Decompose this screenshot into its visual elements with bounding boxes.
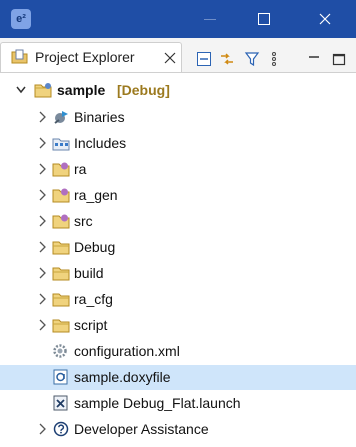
close-window-button[interactable]: [302, 0, 348, 38]
minimize-view-icon[interactable]: [306, 51, 322, 67]
close-tab-icon[interactable]: [163, 51, 177, 65]
tree-item-label: build: [74, 265, 104, 281]
maximize-view-icon[interactable]: [331, 51, 347, 67]
folder-icon: [52, 319, 70, 333]
tree-item-label: ra_cfg: [74, 291, 113, 307]
window-titlebar: e²: [0, 0, 356, 38]
project-build-config: [Debug]: [117, 82, 170, 98]
chevron-right-icon[interactable]: [37, 241, 47, 253]
close-icon: [319, 13, 331, 25]
binaries-icon: [54, 111, 68, 124]
chevron-right-icon[interactable]: [37, 111, 47, 123]
tree-item-label: Developer Assistance: [74, 421, 209, 437]
tree-item-debug[interactable]: Debug: [0, 235, 356, 260]
tree-item-build[interactable]: build: [0, 261, 356, 286]
chevron-right-icon[interactable]: [37, 137, 47, 149]
tree-item-script[interactable]: script: [0, 313, 356, 338]
minimize-button[interactable]: [188, 0, 234, 38]
tree-item-label: Debug: [74, 239, 116, 255]
tree-item-developer-assistance[interactable]: Developer Assistance: [0, 417, 356, 442]
view-toolbar: Project Explorer: [0, 38, 356, 73]
source-folder-icon: [52, 214, 70, 229]
tree-item-project-sample[interactable]: sample [Debug]: [0, 78, 356, 103]
folder-icon: [52, 241, 70, 255]
source-folder-icon: [52, 188, 70, 203]
tab-project-explorer[interactable]: Project Explorer: [0, 42, 182, 72]
tree-item-label: script: [74, 317, 108, 333]
chevron-down-icon[interactable]: [16, 84, 26, 96]
source-folder-icon: [52, 162, 70, 177]
chevron-right-icon[interactable]: [37, 293, 47, 305]
tree-item-label: sample Debug_Flat.launch: [74, 395, 241, 411]
maximize-button[interactable]: [242, 0, 288, 38]
tree-item-label: sample.doxyfile: [74, 369, 171, 385]
tree-item-configuration-xml[interactable]: configuration.xml: [0, 339, 356, 364]
view-tab-label: Project Explorer: [35, 49, 135, 65]
tree-item-label: configuration.xml: [74, 343, 180, 359]
app-icon: e²: [11, 9, 31, 29]
link-with-editor-icon[interactable]: [219, 51, 235, 67]
chevron-right-icon[interactable]: [37, 267, 47, 279]
tree-item-label: src: [74, 213, 93, 229]
chevron-right-icon[interactable]: [37, 189, 47, 201]
doxyfile-icon: [53, 369, 68, 385]
includes-icon: [52, 138, 70, 151]
launch-file-icon: [53, 395, 68, 411]
tree-item-launch-config[interactable]: sample Debug_Flat.launch: [0, 391, 356, 416]
tree-item-src[interactable]: src: [0, 209, 356, 234]
help-icon: [53, 421, 69, 437]
collapse-all-icon[interactable]: [196, 51, 212, 67]
tree-item-ra-gen[interactable]: ra_gen: [0, 183, 356, 208]
tree-item-includes[interactable]: Includes: [0, 131, 356, 156]
chevron-right-icon[interactable]: [37, 215, 47, 227]
c-project-folder-icon: [34, 83, 52, 98]
chevron-right-icon[interactable]: [37, 423, 47, 435]
folder-icon: [52, 293, 70, 307]
tree-item-ra[interactable]: ra: [0, 157, 356, 182]
tree-item-label: Includes: [74, 135, 127, 151]
chevron-right-icon[interactable]: [37, 319, 47, 331]
filter-icon[interactable]: [244, 51, 260, 67]
folder-icon: [52, 267, 70, 281]
chevron-right-icon[interactable]: [37, 163, 47, 175]
project-name: sample: [57, 82, 106, 98]
tree-item-label: ra_gen: [74, 187, 118, 203]
tree-item-ra-cfg[interactable]: ra_cfg: [0, 287, 356, 312]
tree-item-binaries[interactable]: Binaries: [0, 105, 356, 130]
view-menu-icon[interactable]: [266, 51, 282, 67]
tree-item-sample-doxyfile[interactable]: sample.doxyfile: [0, 365, 356, 390]
project-explorer-icon: [11, 49, 28, 64]
gear-file-icon: [53, 344, 67, 358]
tree-item-label: ra: [74, 161, 87, 177]
tree-item-label: Binaries: [74, 109, 125, 125]
